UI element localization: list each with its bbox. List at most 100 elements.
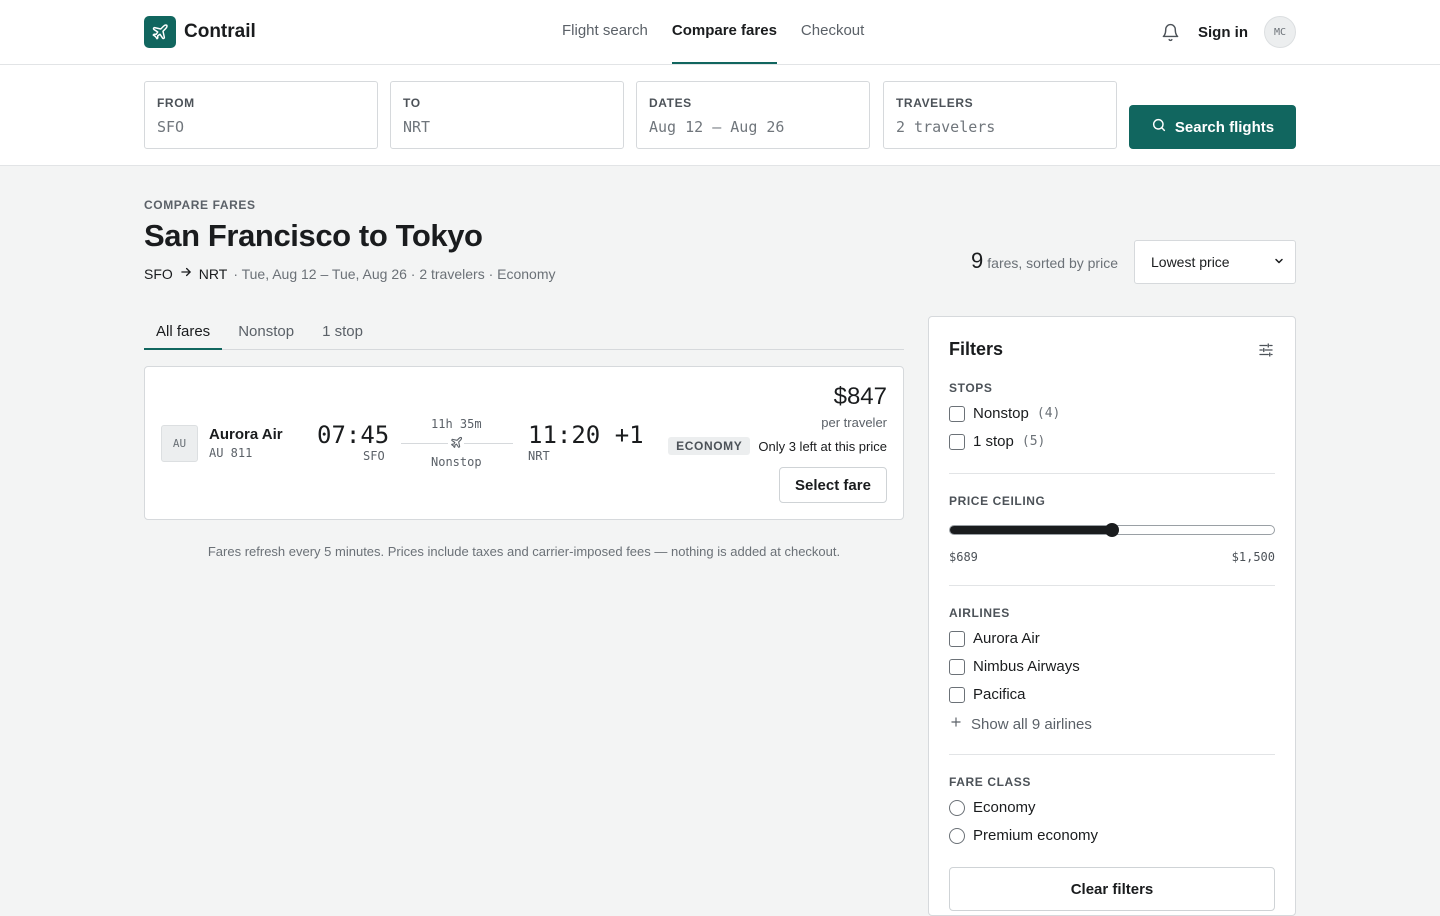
departure-airport: SFO xyxy=(363,449,385,463)
nimbus-airways-label: Nimbus Airways xyxy=(973,658,1080,675)
economy-radio[interactable] xyxy=(949,799,965,816)
price-slider-fill xyxy=(950,526,1113,534)
aurora-air-label: Aurora Air xyxy=(973,630,1040,647)
to-value: NRT xyxy=(403,118,431,136)
travelers-label: TRAVELERS xyxy=(896,96,974,110)
price-unit: per traveler xyxy=(821,415,887,430)
search-form: FROM SFO TO NRT DATES Aug 12 – Aug 26 TR… xyxy=(0,65,1440,166)
one-stop-label: 1 stop xyxy=(973,433,1014,450)
chevron-down-icon xyxy=(1273,254,1285,270)
arrow-right-icon xyxy=(179,265,193,282)
avatar[interactable]: MC xyxy=(1264,16,1296,48)
sliders-icon[interactable] xyxy=(1257,341,1275,359)
filter-nonstop[interactable]: Nonstop (4) xyxy=(949,405,1060,422)
fare-tabs: All fares Nonstop 1 stop xyxy=(144,316,904,350)
fare-card: AU Aurora Air AU 811 07:45 SFO 11h 35m N… xyxy=(144,366,904,520)
nonstop-checkbox[interactable] xyxy=(949,405,965,422)
search-flights-label: Search flights xyxy=(1174,118,1275,136)
nav-checkout[interactable]: Checkout xyxy=(801,0,864,64)
show-all-airlines-label: Show all 9 airlines xyxy=(971,715,1092,733)
price-min-label: $689 xyxy=(949,550,978,564)
nav-flight-search[interactable]: Flight search xyxy=(562,0,648,64)
filter-economy[interactable]: Economy xyxy=(949,799,1036,816)
fare-count-text: fares, sorted by price xyxy=(987,255,1118,271)
header-actions: Sign in MC xyxy=(1158,16,1296,48)
bell-icon[interactable] xyxy=(1158,20,1182,44)
price-section-label: PRICE CEILING xyxy=(949,494,1046,508)
fare-price: $847 xyxy=(833,383,887,410)
travelers-field[interactable]: TRAVELERS 2 travelers xyxy=(883,81,1117,149)
fare-class-section-label: FARE CLASS xyxy=(949,775,1032,789)
filter-premium-economy[interactable]: Premium economy xyxy=(949,827,1098,844)
search-flights-button[interactable]: Search flights xyxy=(1129,105,1296,149)
to-field[interactable]: TO NRT xyxy=(390,81,624,149)
destination-code: NRT xyxy=(198,265,228,282)
one-stop-count: (5) xyxy=(1021,434,1046,449)
arrival-airport: NRT xyxy=(528,449,550,463)
fare-count-number: 9 xyxy=(971,248,984,273)
top-navigation-bar: Contrail Flight search Compare fares Che… xyxy=(0,0,1440,65)
dates-field[interactable]: DATES Aug 12 – Aug 26 xyxy=(636,81,870,149)
travelers-value: 2 travelers xyxy=(896,118,996,136)
tab-nonstop[interactable]: Nonstop xyxy=(226,316,306,350)
arrival-time: 11:20 +1 xyxy=(528,421,644,449)
filter-nimbus-airways[interactable]: Nimbus Airways xyxy=(949,658,1080,675)
nonstop-count: (4) xyxy=(1036,406,1061,421)
nimbus-airways-checkbox[interactable] xyxy=(949,658,965,675)
show-all-airlines-link[interactable]: Show all 9 airlines xyxy=(949,715,1092,733)
dates-value: Aug 12 – Aug 26 xyxy=(649,118,785,136)
filter-pacifica[interactable]: Pacifica xyxy=(949,686,1026,703)
plane-icon xyxy=(144,16,176,48)
price-max-label: $1,500 xyxy=(1231,550,1275,564)
select-fare-button[interactable]: Select fare xyxy=(779,467,887,503)
dates-label: DATES xyxy=(649,96,692,110)
tab-all-fares[interactable]: All fares xyxy=(144,316,223,350)
plane-icon xyxy=(448,434,464,450)
search-icon xyxy=(1151,117,1167,137)
refresh-note: Fares refresh every 5 minutes. Prices in… xyxy=(207,544,841,559)
plus-icon xyxy=(949,715,963,733)
economy-label: Economy xyxy=(973,799,1036,816)
filter-1-stop[interactable]: 1 stop (5) xyxy=(949,433,1045,450)
page-title: San Francisco to Tokyo xyxy=(144,218,483,253)
stops-section-label: STOPS xyxy=(949,381,993,395)
from-value: SFO xyxy=(157,118,185,136)
nonstop-label: Nonstop xyxy=(973,405,1029,422)
fare-tags: ECONOMY Only 3 left at this price xyxy=(668,437,887,455)
pacifica-checkbox[interactable] xyxy=(949,686,965,703)
origin-code: SFO xyxy=(144,265,173,282)
divider xyxy=(949,473,1275,474)
sort-select[interactable]: Lowest price xyxy=(1134,240,1296,284)
departure-time: 07:45 xyxy=(317,421,390,449)
airlines-section-label: AIRLINES xyxy=(949,606,1010,620)
from-label: FROM xyxy=(157,96,195,110)
nav-compare-fares[interactable]: Compare fares xyxy=(671,0,777,64)
tab-1-stop[interactable]: 1 stop xyxy=(310,316,375,350)
flight-number: AU 811 xyxy=(209,446,253,460)
airline-name: Aurora Air xyxy=(209,426,283,443)
stops-label: Nonstop xyxy=(431,455,482,469)
filters-title: Filters xyxy=(949,339,1004,359)
from-field[interactable]: FROM SFO xyxy=(144,81,378,149)
aurora-air-checkbox[interactable] xyxy=(949,630,965,647)
to-label: TO xyxy=(403,96,421,110)
airline-badge: AU xyxy=(161,425,198,462)
premium-economy-radio[interactable] xyxy=(949,827,965,844)
primary-nav: Flight search Compare fares Checkout xyxy=(562,0,864,64)
route-summary: SFO NRT · Tue, Aug 12 – Tue, Aug 26 · 2 … xyxy=(144,265,556,282)
fare-count: 9 fares, sorted by price xyxy=(971,248,1118,274)
one-stop-checkbox[interactable] xyxy=(949,433,965,450)
fare-class-badge: ECONOMY xyxy=(668,437,751,455)
price-slider-thumb[interactable] xyxy=(1105,523,1119,537)
brand-logo[interactable]: Contrail xyxy=(144,16,256,48)
trip-details: · Tue, Aug 12 – Tue, Aug 26 · 2 traveler… xyxy=(233,265,556,282)
page-eyebrow: COMPARE FARES xyxy=(144,198,256,212)
sort-value: Lowest price xyxy=(1151,254,1230,270)
divider xyxy=(949,754,1275,755)
flight-duration: 11h 35m xyxy=(431,417,482,431)
clear-filters-button[interactable]: Clear filters xyxy=(949,867,1275,911)
divider xyxy=(949,585,1275,586)
filter-aurora-air[interactable]: Aurora Air xyxy=(949,630,1040,647)
pacifica-label: Pacifica xyxy=(973,686,1026,703)
sign-in-link[interactable]: Sign in xyxy=(1198,24,1248,41)
